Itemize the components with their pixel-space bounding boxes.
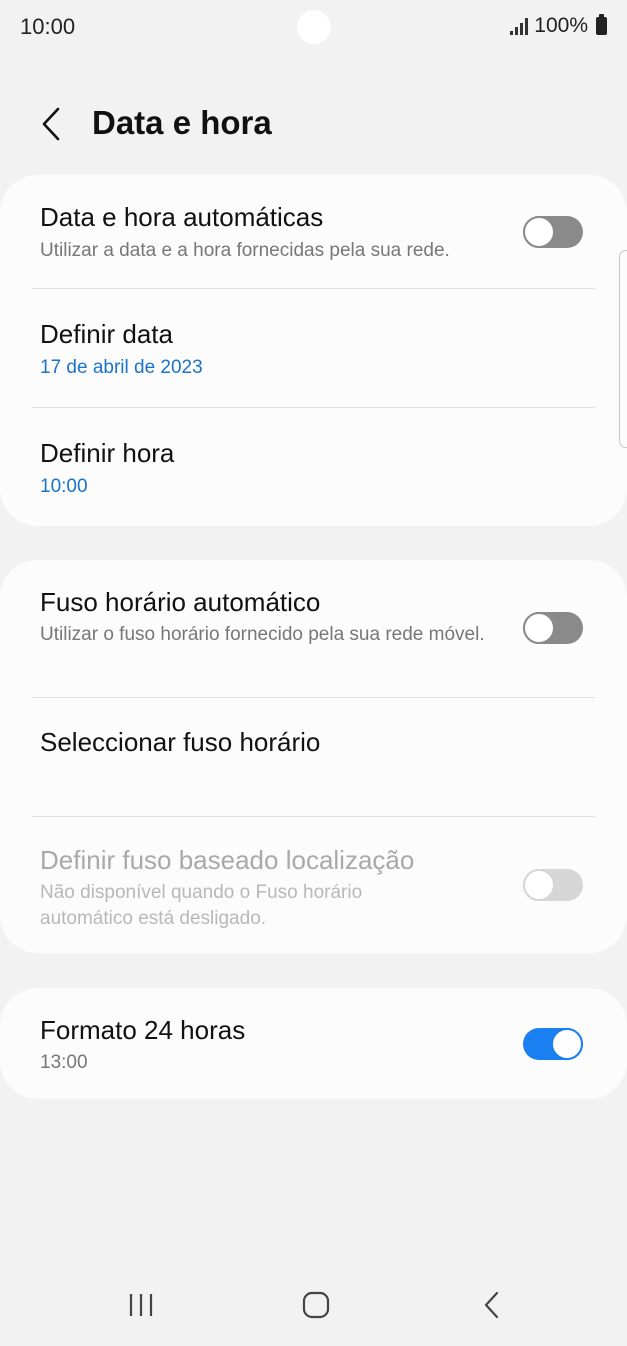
battery-percent: 100% — [534, 14, 588, 37]
recents-icon — [129, 1294, 153, 1316]
select-timezone-row[interactable]: Seleccionar fuso horário — [0, 698, 627, 816]
set-time-row[interactable]: Definir hora 10:00 — [0, 408, 627, 526]
datetime-card: Data e hora automáticas Utilizar a data … — [0, 175, 627, 526]
set-date-title: Definir data — [40, 319, 173, 349]
app-header: Data e hora — [0, 96, 627, 152]
auto-datetime-subtitle: Utilizar a data e a hora fornecidas pela… — [40, 240, 450, 261]
auto-datetime-title: Data e hora automáticas — [40, 202, 324, 232]
auto-timezone-row[interactable]: Fuso horário automático Utilizar o fuso … — [0, 560, 627, 697]
battery-icon — [596, 14, 607, 35]
format-24h-row[interactable]: Formato 24 horas 13:00 — [0, 988, 627, 1099]
chevron-left-icon — [42, 107, 60, 141]
status-time: 10:00 — [20, 14, 76, 39]
timezone-card: Fuso horário automático Utilizar o fuso … — [0, 560, 627, 953]
auto-datetime-toggle[interactable] — [523, 216, 583, 248]
location-timezone-row: Definir fuso baseado localização Não dis… — [0, 817, 627, 953]
select-timezone-title: Seleccionar fuso horário — [40, 727, 321, 757]
recents-button[interactable] — [116, 1280, 166, 1330]
location-timezone-subtitle: Não disponível quando o Fuso horário aut… — [40, 882, 363, 929]
set-date-value: 17 de abril de 2023 — [40, 357, 203, 378]
page-title: Data e hora — [92, 104, 272, 141]
home-button[interactable] — [291, 1280, 341, 1330]
auto-timezone-toggle[interactable] — [523, 612, 583, 644]
toggle-knob — [551, 1028, 583, 1060]
toggle-knob — [523, 869, 555, 901]
format-24h-title: Formato 24 horas — [40, 1015, 246, 1045]
back-icon — [484, 1291, 499, 1319]
format-24h-toggle[interactable] — [523, 1028, 583, 1060]
camera-cutout — [297, 10, 331, 44]
auto-timezone-subtitle: Utilizar o fuso horário fornecido pela s… — [40, 624, 485, 645]
scroll-indicator[interactable] — [619, 250, 627, 448]
set-time-value: 10:00 — [40, 476, 88, 497]
toggle-knob — [523, 612, 555, 644]
back-nav-button[interactable] — [467, 1280, 517, 1330]
location-timezone-title: Definir fuso baseado localização — [40, 845, 415, 875]
auto-timezone-title: Fuso horário automático — [40, 587, 321, 617]
home-icon — [302, 1291, 330, 1319]
signal-icon — [510, 17, 529, 35]
format-card: Formato 24 horas 13:00 — [0, 988, 627, 1099]
navigation-bar — [0, 1266, 627, 1346]
status-indicators: 100% — [510, 14, 607, 38]
format-24h-subtitle: 13:00 — [40, 1052, 88, 1073]
location-timezone-toggle — [523, 869, 583, 901]
auto-datetime-row[interactable]: Data e hora automáticas Utilizar a data … — [0, 175, 627, 288]
set-date-row[interactable]: Definir data 17 de abril de 2023 — [0, 289, 627, 407]
back-button[interactable] — [30, 102, 74, 146]
status-bar: 10:00 100% — [0, 0, 627, 56]
set-time-title: Definir hora — [40, 438, 175, 468]
toggle-knob — [523, 216, 555, 248]
